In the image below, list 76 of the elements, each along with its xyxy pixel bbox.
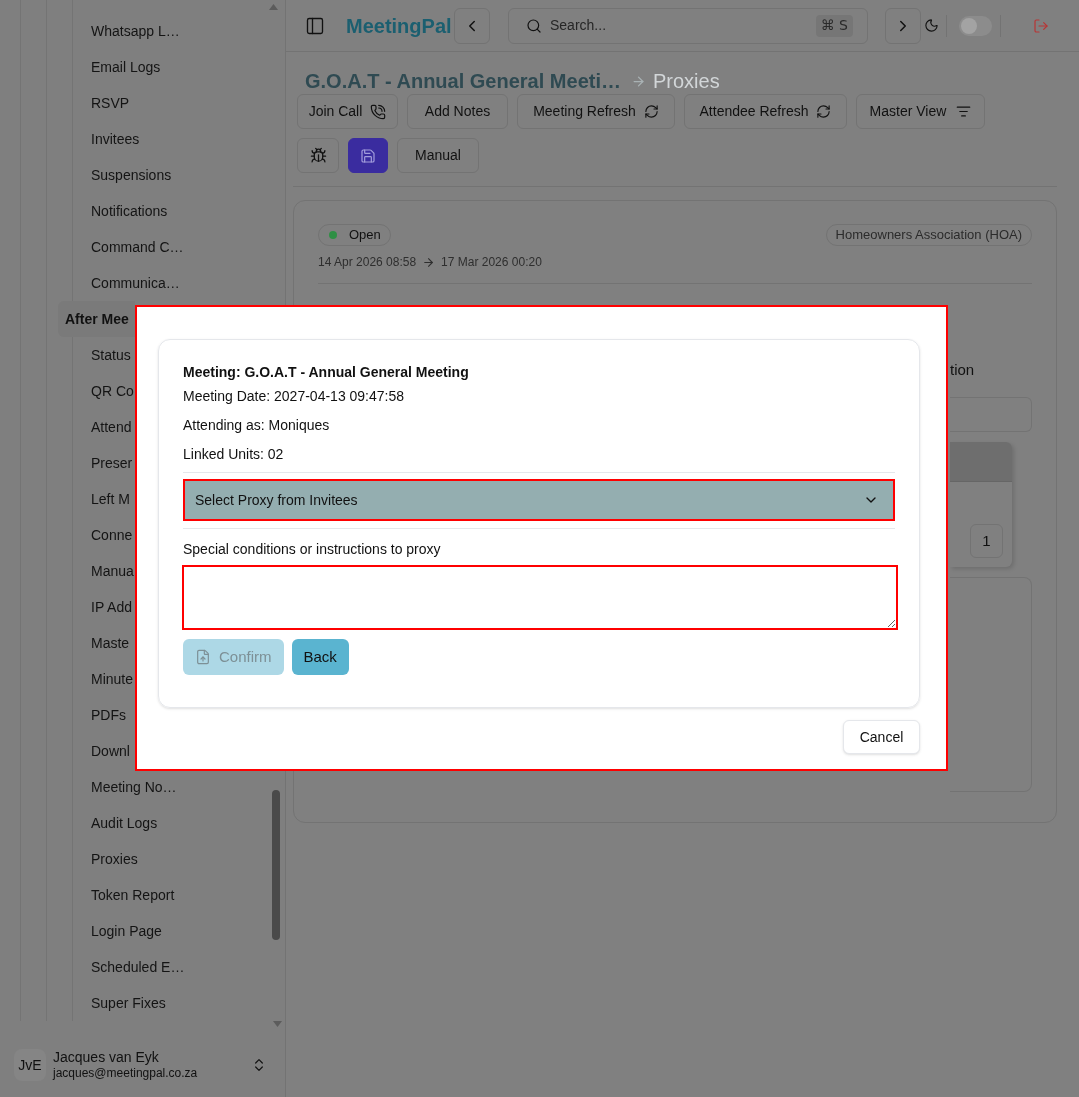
sidebar-item[interactable]: PDFs	[91, 708, 126, 722]
search-field[interactable]: Search... ⌘ S	[508, 7, 868, 44]
sidebar-item[interactable]: Meeting No…	[91, 780, 177, 794]
sidebar-item[interactable]: Proxies	[91, 852, 138, 866]
sidebar-group-header[interactable]: After Mee	[58, 301, 135, 337]
save-icon	[360, 147, 376, 164]
sidebar-item[interactable]: QR Co	[91, 384, 134, 398]
bug-icon	[309, 147, 327, 164]
logout-icon[interactable]	[1033, 17, 1049, 34]
scrollbar-thumb[interactable]	[272, 790, 280, 940]
action-button[interactable]: Attendee Refresh	[684, 94, 847, 129]
sidebar-item[interactable]: Super Fixes	[91, 996, 166, 1010]
meeting-detail: Linked Units: 02	[183, 445, 285, 464]
debug-button[interactable]	[297, 138, 339, 173]
sidebar-item[interactable]: Manua	[91, 564, 134, 578]
sidebar-item[interactable]: Command C…	[91, 240, 184, 254]
sidebar-item[interactable]: Notifications	[91, 204, 168, 218]
sidebar-item[interactable]: IP Add	[91, 600, 132, 614]
sidebar-item[interactable]: Audit Logs	[91, 816, 158, 830]
save-button[interactable]	[348, 138, 388, 173]
page-button[interactable]: 1	[970, 524, 1003, 558]
meeting-detail: Meeting Date: 2027-04-13 09:47:58	[183, 387, 406, 406]
phone-icon	[370, 103, 387, 120]
sidebar-item[interactable]: Suspensions	[91, 168, 172, 182]
page-title: G.O.A.T - Annual General Meeti…	[305, 69, 621, 93]
field-label: Special conditions or instructions to proxy	[183, 540, 442, 559]
breadcrumb-current: Proxies	[652, 69, 720, 93]
sidebar-item[interactable]: Token Report	[91, 888, 175, 902]
sidebar-item[interactable]: Whatsapp L…	[91, 24, 180, 38]
sidebar-item[interactable]: Communica…	[91, 276, 180, 290]
scroll-up-arrow-icon[interactable]	[269, 4, 278, 10]
sidebar-item[interactable]: Invitees	[91, 132, 140, 146]
cancel-button[interactable]: Cancel	[843, 720, 920, 754]
action-button[interactable]: Join Call	[297, 94, 398, 129]
lines-icon	[956, 104, 972, 119]
sidebar-item[interactable]: Downl	[91, 744, 130, 758]
back-button[interactable]	[454, 7, 490, 44]
shortcut-hint: ⌘ S	[815, 14, 853, 37]
theme-toggle[interactable]	[959, 15, 992, 36]
refresh-icon	[816, 104, 832, 119]
sidebar-item[interactable]: Login Page	[91, 924, 162, 938]
sidebar-toggle-icon[interactable]	[305, 15, 325, 36]
arrow-right-icon	[630, 73, 646, 89]
sidebar-item[interactable]: Email Logs	[91, 60, 161, 74]
app-logo: MeetingPal	[346, 13, 453, 39]
file-upload-icon	[195, 649, 211, 665]
search-icon	[526, 17, 542, 34]
end-date: 17 Mar 2026 00:20	[441, 254, 542, 271]
table-header	[950, 442, 1012, 482]
user-name: Jacques van Eyk	[53, 1049, 160, 1066]
field-label: tion	[950, 361, 976, 379]
sidebar-item[interactable]: Preser	[91, 456, 133, 470]
scroll-down-arrow-icon[interactable]	[273, 1021, 282, 1027]
sidebar-item[interactable]: RSVP	[91, 96, 130, 110]
action-button[interactable]: Manual	[397, 138, 479, 173]
arrow-right-icon	[422, 255, 436, 269]
action-button[interactable]: Meeting Refresh	[517, 94, 675, 129]
meeting-detail: Attending as: Moniques	[183, 416, 331, 435]
sidebar-item[interactable]: Minute	[91, 672, 134, 686]
user-avatar: JvE	[14, 1049, 46, 1081]
sidebar-item[interactable]: Conne	[91, 528, 133, 542]
user-email: jacques@meetingpal.co.za	[53, 1066, 198, 1081]
sidebar-item[interactable]: Maste	[91, 636, 130, 650]
sidebar-item[interactable]: Scheduled E…	[91, 960, 185, 974]
action-button[interactable]: Add Notes	[407, 94, 508, 129]
start-date: 14 Apr 2026 08:58	[318, 254, 417, 271]
moon-icon[interactable]	[924, 18, 939, 33]
sidebar-item[interactable]: Left M	[91, 492, 130, 506]
dialog-title: Meeting: G.O.A.T - Annual General Meeting	[183, 363, 470, 382]
back-button[interactable]: Back	[291, 639, 349, 675]
refresh-icon	[643, 104, 659, 119]
action-button[interactable]: Master View	[856, 94, 985, 129]
proxy-select[interactable]: Select Proxy from Invitees	[183, 479, 895, 521]
sidebar-item[interactable]: Attend	[91, 420, 132, 434]
sidebar-item[interactable]: Status	[91, 348, 131, 362]
instructions-field[interactable]	[182, 565, 898, 630]
